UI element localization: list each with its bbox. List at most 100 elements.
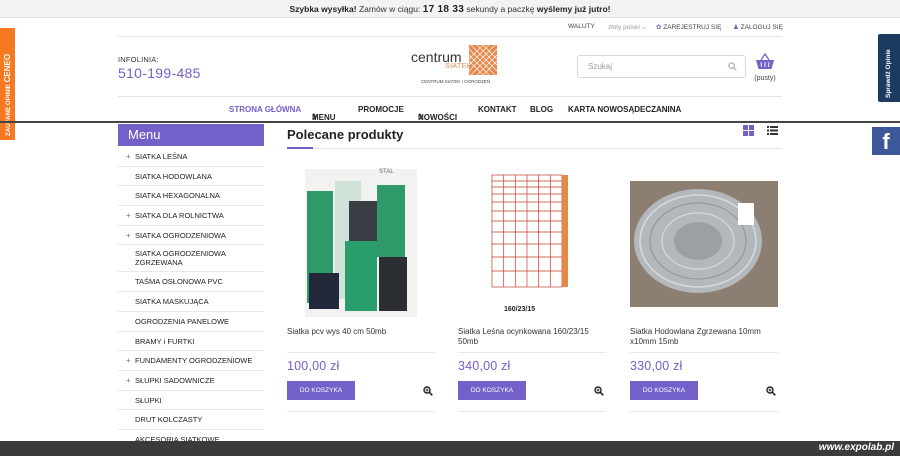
sidebar-item-label: DRUT KOLCZASTY xyxy=(135,415,203,425)
login-label: ZALOGUJ SIĘ xyxy=(740,24,783,31)
hotline-phone[interactable]: 510-199-485 xyxy=(118,65,201,81)
chevron-down-icon: ❯ xyxy=(418,114,424,120)
grid-view-icon[interactable] xyxy=(742,124,755,137)
user-icon: ♟ xyxy=(733,24,739,31)
sidebar-item[interactable]: + FUNDAMENTY OGRODZENIOWE xyxy=(118,351,264,371)
product-image-label: STAL xyxy=(379,169,394,175)
zoom-icon[interactable] xyxy=(766,386,776,396)
list-view-icon[interactable] xyxy=(766,124,779,137)
product-name[interactable]: Siatka Leśna ocynkowana 160/23/15 50mb xyxy=(458,327,606,347)
nav-item-karta[interactable]: KARTA NOWOSĄDECZANINA xyxy=(568,105,681,114)
announcement-lead: Szybka wysyłka! xyxy=(289,4,357,14)
sidebar-menu: + SIATKA LEŚNA SIATKA HODOWLANA SIATKA HE… xyxy=(118,147,264,450)
add-to-cart-button[interactable]: DO KOSZYKA xyxy=(458,381,526,400)
currency-value: złoty polski xyxy=(608,24,640,31)
sidebar-item[interactable]: + SIATKA DLA ROLNICTWA xyxy=(118,206,264,226)
watermark: www.expolab.pl xyxy=(818,442,894,453)
section-divider xyxy=(287,148,782,149)
basket-icon xyxy=(756,52,774,69)
product-card[interactable]: 160/23/15 Siatka Leśna ocynkowana 160/23… xyxy=(458,161,606,412)
add-to-cart-button[interactable]: DO KOSZYKA xyxy=(630,381,698,400)
logo[interactable]: centrum SIATEK CENTRUM SIATEK I OGRODZEŃ xyxy=(411,45,501,89)
announcement-bar: Szybka wysyłka! Zamów w ciągu: 17 18 33 … xyxy=(0,0,900,18)
ceneo-brand: CENEO xyxy=(3,53,12,83)
sidebar-item-label: SIATKA HODOWLANA xyxy=(135,171,212,181)
cart-button[interactable]: (pusty) xyxy=(752,52,778,83)
sidebar-item[interactable]: SŁUPKI xyxy=(118,391,264,411)
search-placeholder: Szukaj xyxy=(588,62,613,71)
gear-icon: ✿ xyxy=(656,24,662,31)
sidebar-item-label: FUNDAMENTY OGRODZENIOWE xyxy=(135,356,253,366)
section-title: Polecane produkty xyxy=(287,127,404,142)
product-separator xyxy=(630,352,778,353)
sidebar-item[interactable]: + SIATKA OGRODZENIOWA xyxy=(118,226,264,246)
ceneo-text: ZAUFANE OPINIE xyxy=(5,84,12,136)
sidebar-item-label: BRAMY i FURTKI xyxy=(135,336,195,346)
countdown-timer: 17 18 33 xyxy=(422,4,465,15)
product-image[interactable]: STAL xyxy=(287,161,435,321)
product-separator xyxy=(458,352,606,353)
card-bottom-separator xyxy=(287,411,435,412)
sidebar-item[interactable]: SIATKA HODOWLANA xyxy=(118,167,264,187)
search-input[interactable]: Szukaj xyxy=(577,55,746,78)
sidebar-item[interactable]: SIATKA MASKUJĄCA xyxy=(118,292,264,312)
product-price: 340,00 zł xyxy=(458,359,511,373)
product-name[interactable]: Siatka pcv wys 40 cm 50mb xyxy=(287,327,435,347)
sidebar-item[interactable]: SIATKA OGRODZENIOWA ZGRZEWANA xyxy=(118,245,264,273)
product-image[interactable]: 160/23/15 xyxy=(458,161,606,321)
product-card[interactable]: STAL Siatka pcv wys 40 cm 50mb 100,00 zł… xyxy=(287,161,435,412)
search-icon[interactable] xyxy=(728,62,737,71)
plus-icon[interactable]: + xyxy=(126,147,131,167)
account-bar: WALUTY złoty polski ⌄ ✿ ZAREJESTRUJ SIĘ … xyxy=(118,18,783,37)
plus-icon[interactable]: + xyxy=(126,351,131,371)
nav-item-home[interactable]: STRONA GŁÓWNA xyxy=(229,105,301,114)
product-name[interactable]: Siatka Hodowlana Zgrzewana 10mm x10mm 15… xyxy=(630,327,778,347)
sidebar-item[interactable]: DRUT KOLCZASTY xyxy=(118,410,264,430)
sidebar-item[interactable]: SIATKA HEXAGONALNA xyxy=(118,186,264,207)
ceneo-badge[interactable]: ZAUFANE OPINIE CENEO xyxy=(0,28,15,140)
product-price: 100,00 zł xyxy=(287,359,340,373)
sidebar-item-label: SIATKA DLA ROLNICTWA xyxy=(135,211,224,221)
sidebar-item-label: SŁUPKI SADOWNICZE xyxy=(135,375,215,385)
zoom-icon[interactable] xyxy=(594,386,604,396)
plus-icon[interactable]: + xyxy=(126,206,131,226)
product-card[interactable]: Siatka Hodowlana Zgrzewana 10mm x10mm 15… xyxy=(630,161,778,412)
nav-item-kontakt[interactable]: KONTAKT xyxy=(478,105,517,114)
sidebar-item-label: SIATKA OGRODZENIOWA xyxy=(135,230,226,240)
mesh-logo-icon xyxy=(469,45,497,75)
sidebar-item[interactable]: TAŚMA OSŁONOWA PVC xyxy=(118,272,264,293)
currency-select[interactable]: złoty polski ⌄ xyxy=(608,23,647,31)
card-bottom-separator xyxy=(630,411,778,412)
cart-count: (pusty) xyxy=(754,75,776,82)
login-link[interactable]: ♟ ZALOGUJ SIĘ xyxy=(733,23,783,31)
nav-item-promocje[interactable]: PROMOCJE xyxy=(358,105,404,114)
plus-icon[interactable]: + xyxy=(126,226,131,246)
reviews-badge[interactable]: Sprawdź Opinie xyxy=(878,34,900,102)
announcement-text-middle: sekundy a paczkę xyxy=(464,4,537,14)
plus-icon[interactable]: + xyxy=(126,371,131,391)
logo-wordmark-bottom: SIATEK xyxy=(445,63,472,70)
sidebar-item[interactable]: + SIATKA LEŚNA xyxy=(118,147,264,167)
sidebar-item[interactable]: + SŁUPKI SADOWNICZE xyxy=(118,371,264,391)
product-image-label: 160/23/15 xyxy=(504,306,536,313)
logo-tagline: CENTRUM SIATEK I OGRODZEŃ xyxy=(421,79,491,84)
footer-bar: www.expolab.pl xyxy=(0,441,900,456)
sidebar-item[interactable]: BRAMY i FURTKI xyxy=(118,332,264,352)
chevron-down-icon: ❯ xyxy=(312,114,318,120)
product-price: 330,00 zł xyxy=(630,359,683,373)
hotline-label: INFOLINIA: xyxy=(118,55,159,64)
facebook-icon[interactable]: f xyxy=(872,127,900,155)
product-image[interactable] xyxy=(630,161,778,321)
header-divider xyxy=(0,121,900,123)
hotline: INFOLINIA: 510-199-485 xyxy=(118,55,201,81)
sidebar-item-label: SIATKA HEXAGONALNA xyxy=(135,191,220,201)
reviews-badge-label: Sprawdź Opinie xyxy=(885,49,892,98)
sidebar-item[interactable]: OGRODZENIA PANELOWE xyxy=(118,312,264,332)
register-link[interactable]: ✿ ZAREJESTRUJ SIĘ xyxy=(656,23,721,31)
add-to-cart-button[interactable]: DO KOSZYKA xyxy=(287,381,355,400)
zoom-icon[interactable] xyxy=(423,386,433,396)
sidebar-item-label: OGRODZENIA PANELOWE xyxy=(135,316,230,326)
nav-item-blog[interactable]: BLOG xyxy=(530,105,553,114)
product-separator xyxy=(287,352,435,353)
sidebar-item-label: SIATKA MASKUJĄCA xyxy=(135,297,209,307)
